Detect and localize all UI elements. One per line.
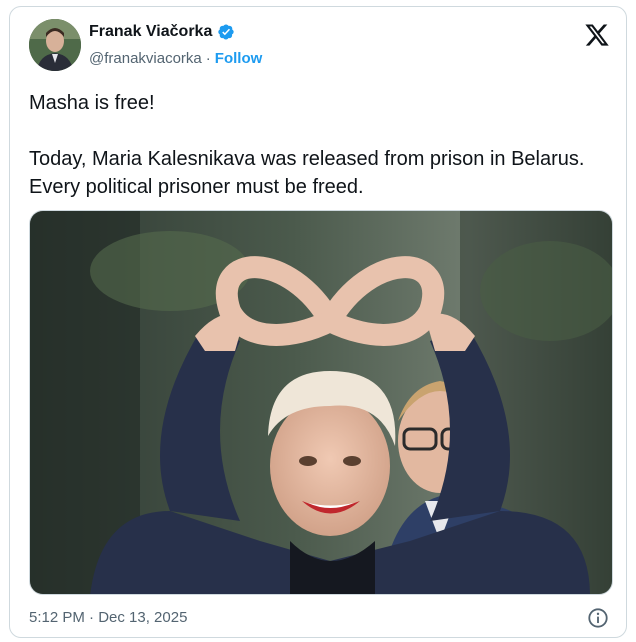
tweet-text: Masha is free! Today, Maria Kalesnikava … xyxy=(29,89,609,201)
author-name[interactable]: Franak Viačorka xyxy=(89,23,212,41)
tweet-card[interactable]: Franak Viačorka @franakviacorka · Follow… xyxy=(9,6,627,638)
avatar[interactable] xyxy=(29,19,81,71)
photo-image xyxy=(30,211,612,594)
tweet-line-1: Masha is free! xyxy=(29,92,155,114)
tweet-timestamp[interactable]: 5:12 PM · Dec 13, 2025 xyxy=(29,609,187,626)
x-logo-icon[interactable] xyxy=(584,22,610,48)
tweet-line-2: Today, Maria Kalesnikava was released fr… xyxy=(29,148,585,198)
verified-badge-icon xyxy=(218,24,235,40)
separator-dot: · xyxy=(205,50,211,67)
info-icon[interactable] xyxy=(587,607,609,629)
author-handle[interactable]: @franakviacorka xyxy=(89,50,202,67)
follow-button[interactable]: Follow xyxy=(215,50,263,67)
tweet-photo[interactable] xyxy=(29,210,613,595)
